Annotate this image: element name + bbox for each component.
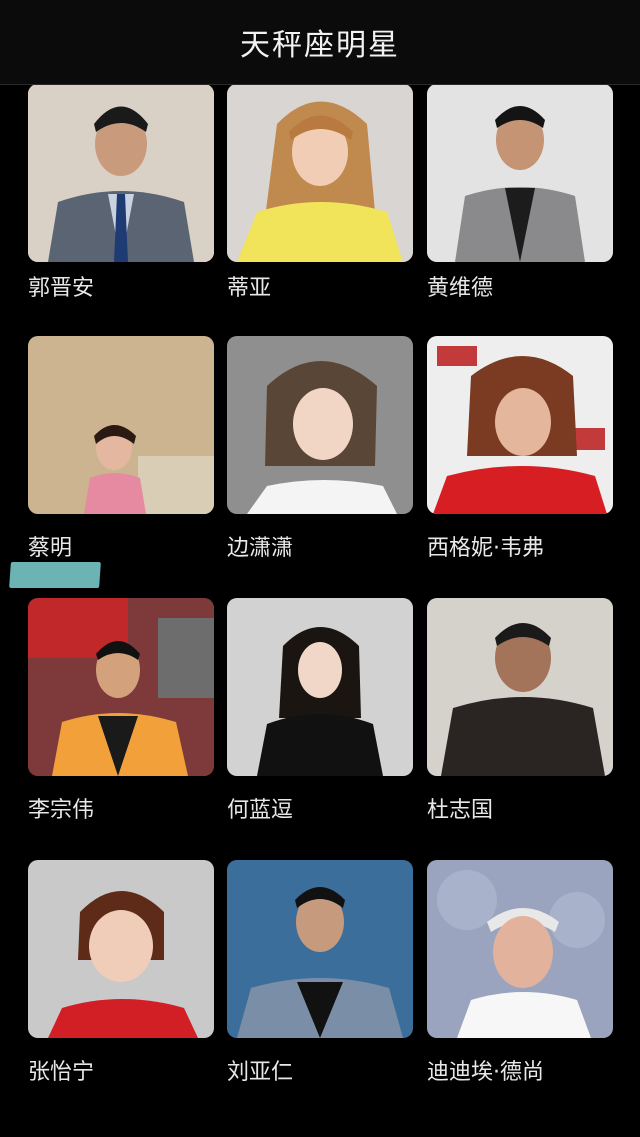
page-title: 天秤座明星 [240, 28, 400, 63]
celebrity-name: 郭晋安 [28, 276, 95, 301]
celebrity-name: 边潇潇 [227, 536, 294, 561]
celebrity-name: 刘亚仁 [227, 1060, 294, 1085]
celebrity-photo[interactable] [28, 336, 214, 514]
top-bar: 天秤座明星 [0, 0, 640, 85]
highlight-mark [9, 562, 101, 588]
celebrity-photo[interactable] [227, 336, 413, 514]
celebrity-name: 西格妮·韦弗 [427, 536, 544, 561]
celebrity-photo[interactable] [227, 598, 413, 776]
celebrity-photo[interactable] [28, 598, 214, 776]
celebrity-name: 张怡宁 [28, 1060, 95, 1085]
celebrity-photo[interactable] [427, 860, 613, 1038]
celebrity-photo[interactable] [227, 860, 413, 1038]
celebrity-name: 黄维德 [427, 276, 494, 301]
celebrity-photo[interactable] [427, 84, 613, 262]
celebrity-photo[interactable] [28, 860, 214, 1038]
celebrity-photo[interactable] [28, 84, 214, 262]
celebrity-photo[interactable] [427, 336, 613, 514]
celebrity-name: 何蓝逗 [227, 798, 294, 823]
celebrity-name: 李宗伟 [28, 798, 95, 823]
celebrity-name: 蒂亚 [227, 276, 272, 301]
celebrity-name: 蔡明 [28, 536, 73, 561]
celebrity-name: 杜志国 [427, 798, 494, 823]
celebrity-photo[interactable] [227, 84, 413, 262]
celebrity-photo[interactable] [427, 598, 613, 776]
celebrity-name: 迪迪埃·德尚 [427, 1060, 544, 1085]
